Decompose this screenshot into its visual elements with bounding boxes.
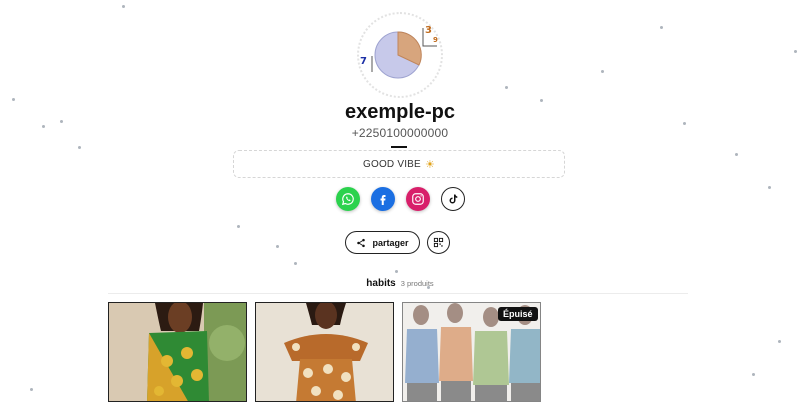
product-card[interactable] (255, 302, 394, 402)
collection-name: habits (366, 278, 396, 289)
background-dot (601, 70, 604, 73)
background-dot (294, 262, 297, 265)
background-dot (778, 340, 781, 343)
collection-header: habits 3 produits (0, 278, 800, 289)
avatar-label-left: 7 (360, 56, 367, 67)
share-icon (357, 238, 366, 247)
instagram-icon (411, 193, 424, 205)
background-dot (30, 388, 33, 391)
collection-divider (108, 293, 688, 294)
share-label: partager (372, 237, 409, 248)
whatsapp-icon (341, 193, 354, 206)
qr-code-button[interactable] (427, 231, 450, 254)
tiktok-button[interactable] (440, 187, 465, 211)
instagram-button[interactable] (405, 187, 430, 211)
share-button[interactable]: partager (345, 231, 420, 254)
background-dot (78, 146, 81, 149)
tiktok-icon (449, 194, 457, 204)
background-dot (276, 245, 279, 248)
collection-count: 3 produits (400, 279, 434, 288)
background-dot (505, 86, 508, 89)
background-dot (794, 50, 797, 53)
bio-emoji: ☀ (424, 158, 435, 171)
background-dot (122, 5, 125, 8)
profile-avatar[interactable]: 3 9 7 (357, 12, 443, 98)
background-dot (660, 26, 663, 29)
background-dot (735, 153, 738, 156)
avatar-label-top: 3 (425, 25, 432, 36)
whatsapp-button[interactable] (335, 187, 360, 211)
avatar-label-top-small: 9 (433, 36, 438, 44)
product-grid (108, 302, 541, 402)
product-card[interactable] (108, 302, 247, 402)
social-links (0, 187, 800, 211)
profile-bio: GOOD VIBE ☀ (233, 150, 565, 178)
name-underline (391, 146, 407, 148)
background-dot (237, 225, 240, 228)
product-image (256, 303, 393, 401)
profile-phone[interactable]: +2250100000000 (0, 126, 800, 140)
bio-text: GOOD VIBE (363, 158, 421, 170)
product-image (109, 303, 246, 401)
facebook-icon (380, 195, 385, 205)
background-dot (395, 270, 398, 273)
profile-name: exemple-pc (344, 101, 456, 123)
background-dot (752, 373, 755, 376)
sold-out-badge: Épuisé (498, 307, 538, 321)
facebook-button[interactable] (370, 187, 395, 211)
qr-code-icon (433, 237, 444, 248)
